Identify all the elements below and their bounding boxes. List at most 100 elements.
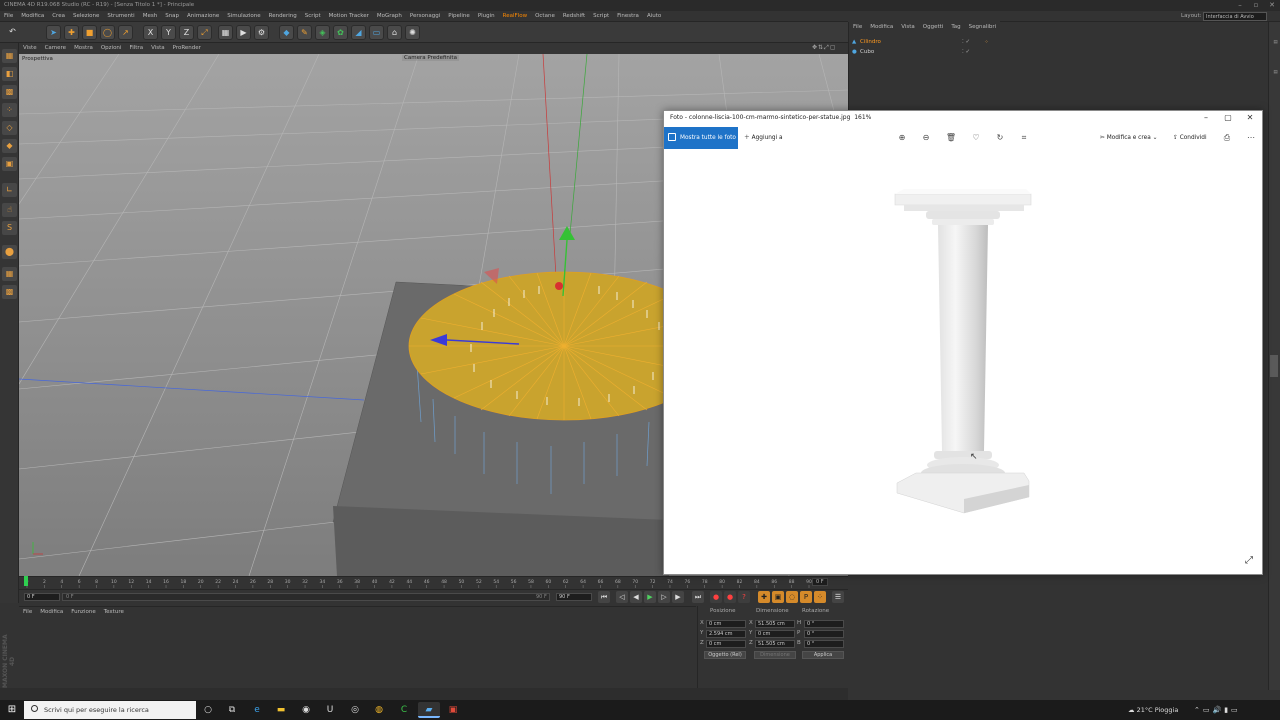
light-icon[interactable]: ✺ <box>405 25 420 40</box>
heart-icon[interactable]: ♡ <box>968 127 984 149</box>
object-menu-item[interactable]: Tag <box>951 22 960 33</box>
taskbar-search[interactable]: Scrivi qui per eseguire la ricerca <box>24 701 196 719</box>
camtasia-icon[interactable]: C <box>393 702 415 718</box>
camera-icon[interactable]: ⌂ <box>387 25 402 40</box>
key-param-icon[interactable]: P <box>800 591 812 603</box>
frame-range-slider[interactable] <box>62 593 550 601</box>
column-photo[interactable] <box>664 151 1264 551</box>
texture-mode-icon[interactable]: ◧ <box>2 67 17 81</box>
main-menu-item[interactable]: Redshift <box>563 11 585 22</box>
go-end-icon[interactable]: ⏭ <box>692 591 704 603</box>
key-position-icon[interactable]: ✚ <box>758 591 770 603</box>
side-tab[interactable]: ▤ <box>1270 70 1278 75</box>
layout-select[interactable]: Interfaccia di Avvio <box>1203 12 1267 21</box>
system-tray[interactable]: ⌃▭🔊▮▭ <box>1194 700 1241 720</box>
cube-icon[interactable]: ◆ <box>279 25 294 40</box>
size-y-field[interactable]: 0 cm <box>755 630 795 638</box>
close-button[interactable]: ✕ <box>1264 0 1280 11</box>
task-view-icon[interactable]: ⧉ <box>221 702 243 718</box>
timeline-playhead[interactable] <box>24 576 28 586</box>
axis-mode-icon[interactable]: ∟ <box>2 183 17 197</box>
main-menu-item[interactable]: Snap <box>165 11 179 22</box>
viewport-menu-item[interactable]: ProRender <box>173 43 201 54</box>
cinema4d-icon[interactable]: ▣ <box>442 702 464 718</box>
main-menu-item[interactable]: Motion Tracker <box>329 11 369 22</box>
object-row[interactable]: ● Cubo ⁚ ✓ <box>848 47 1268 57</box>
object-mode-icon[interactable]: ▣ <box>2 157 17 171</box>
key-pla-icon[interactable]: ⁘ <box>814 591 826 603</box>
obs-icon[interactable]: ◉ <box>295 702 317 718</box>
viewport-menu-item[interactable]: Filtra <box>129 43 143 54</box>
polygons-mode-icon[interactable]: ◆ <box>2 139 17 153</box>
cortana-icon[interactable]: ○ <box>197 702 219 718</box>
scale-icon[interactable]: ■ <box>82 25 97 40</box>
viewport-menu-item[interactable]: Vista <box>151 43 165 54</box>
subdivision-icon[interactable]: ◈ <box>315 25 330 40</box>
points-mode-icon[interactable]: ⁘ <box>2 103 17 117</box>
y-axis-icon[interactable]: Y <box>161 25 176 40</box>
object-menu-item[interactable]: Modifica <box>870 22 893 33</box>
print-icon[interactable]: ⎙ <box>1219 127 1235 149</box>
add-to-button[interactable]: ＋ Aggiungi a <box>744 127 783 149</box>
prev-key-icon[interactable]: ◁ <box>616 591 628 603</box>
pen-icon[interactable]: ✎ <box>297 25 312 40</box>
floor-icon[interactable]: ▭ <box>369 25 384 40</box>
timeline-menu-icon[interactable]: ☰ <box>832 591 844 603</box>
size-x-field[interactable]: 51.505 cm <box>755 620 795 628</box>
render-view-icon[interactable]: ▦ <box>218 25 233 40</box>
tag-icon[interactable]: ⁘ <box>984 37 989 47</box>
side-tab[interactable] <box>1270 355 1278 377</box>
main-menu-item[interactable]: File <box>4 11 13 22</box>
auto-key-icon[interactable]: ● <box>724 591 736 603</box>
soft-selection-icon[interactable]: ⬤ <box>2 245 17 259</box>
photos-minimize-button[interactable]: – <box>1195 111 1217 125</box>
apply-button[interactable]: Applica <box>802 651 844 659</box>
more-options-icon[interactable]: ⋯ <box>1243 127 1259 149</box>
chrome-icon[interactable]: ◍ <box>368 702 390 718</box>
unreal-icon[interactable]: U <box>319 702 341 718</box>
zoom-out-icon[interactable]: ⊖ <box>918 127 934 149</box>
show-all-photos-button[interactable]: Mostra tutte le foto <box>664 127 738 149</box>
coord-mode-select[interactable]: Oggetto (Rel) <box>704 651 746 659</box>
viewport-nav-icons[interactable]: ✥⇅⤢▢ <box>812 44 837 52</box>
main-menu-item[interactable]: RealFlow <box>503 11 527 22</box>
start-frame-field[interactable]: 0 F <box>24 593 60 601</box>
fullscreen-icon[interactable]: ⤢ <box>1245 555 1253 566</box>
rot-b-field[interactable]: 0 ° <box>804 640 844 648</box>
workplane-icon[interactable]: ▩ <box>2 85 17 99</box>
share-button[interactable]: ⇪ Condividi <box>1173 127 1207 149</box>
object-menu-item[interactable]: Segnalibri <box>969 22 997 33</box>
object-menu-item[interactable]: Oggetti <box>923 22 944 33</box>
side-tab[interactable]: ▤ <box>1270 40 1278 45</box>
main-menu-item[interactable]: Mesh <box>143 11 157 22</box>
edges-mode-icon[interactable]: ◇ <box>2 121 17 135</box>
material-menu-item[interactable]: Texture <box>104 608 124 617</box>
main-menu-item[interactable]: Rendering <box>269 11 297 22</box>
x-axis-icon[interactable]: X <box>143 25 158 40</box>
viewport-menu-item[interactable]: Camere <box>45 43 66 54</box>
render-settings-icon[interactable]: ⚙ <box>254 25 269 40</box>
viewport-menu-item[interactable]: Opzioni <box>101 43 122 54</box>
lock-workplane-icon[interactable]: ▩ <box>2 285 17 299</box>
main-menu-item[interactable]: Strumenti <box>107 11 134 22</box>
edge-icon[interactable]: e <box>246 702 268 718</box>
main-menu-item[interactable]: Plugin <box>478 11 495 22</box>
object-menu-item[interactable]: File <box>853 22 862 33</box>
photos-maximize-button[interactable]: ▢ <box>1217 111 1239 125</box>
file-explorer-icon[interactable]: ▬ <box>270 702 292 718</box>
edit-create-button[interactable]: ✂ Modifica e crea ⌄ <box>1100 127 1157 149</box>
maximize-button[interactable]: ▫ <box>1248 0 1264 11</box>
viewport-menu-item[interactable]: Viste <box>23 43 37 54</box>
tweak-icon[interactable]: ☝ <box>2 203 17 217</box>
rotate-image-icon[interactable]: ↻ <box>992 127 1008 149</box>
move-icon[interactable]: ✚ <box>64 25 79 40</box>
material-menu-item[interactable]: Modifica <box>40 608 63 617</box>
visibility-dots-icon[interactable]: ⁚ ✓ <box>962 47 970 57</box>
select-icon[interactable]: ➤ <box>46 25 61 40</box>
main-menu-item[interactable]: Pipeline <box>448 11 470 22</box>
crop-icon[interactable]: ⌗ <box>1016 127 1032 149</box>
snap-icon[interactable]: S <box>2 221 17 235</box>
keyframe-selection-icon[interactable]: ? <box>738 591 750 603</box>
main-menu-item[interactable]: Simulazione <box>227 11 260 22</box>
minimize-button[interactable]: – <box>1232 0 1248 11</box>
